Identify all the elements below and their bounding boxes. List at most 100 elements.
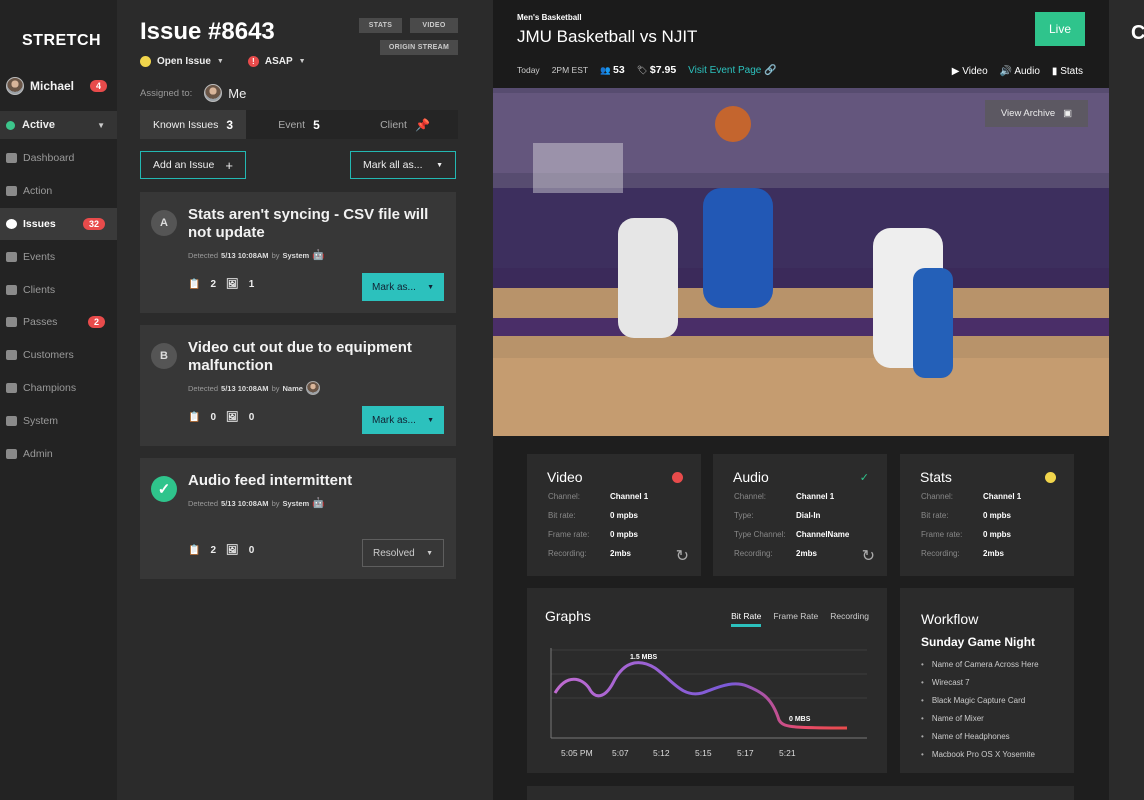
user-name: Michael <box>30 79 75 93</box>
avatar <box>305 381 320 395</box>
tab-label: Event <box>278 118 306 131</box>
resolved-button[interactable]: Resolved ▼ <box>362 539 444 567</box>
sidebar-item-system[interactable]: System <box>0 404 117 437</box>
event-price: $7.95 <box>649 64 677 76</box>
robot-icon: 🤖 <box>312 250 325 261</box>
card-title: Stats <box>920 469 952 485</box>
button-label: Mark as... <box>372 281 416 293</box>
image-icon: 🖼 <box>226 545 239 556</box>
sidebar-item-clients[interactable]: Clients <box>0 273 117 306</box>
card-row: Bit rate: 0 mpbs <box>548 511 638 520</box>
list-item: Name of Headphones <box>921 728 1039 746</box>
status-label: Active <box>22 119 56 131</box>
mark-all-button[interactable]: Mark all as... ▼ <box>350 151 456 179</box>
sidebar-item-label: Issues <box>23 217 56 230</box>
refresh-icon[interactable]: ↻ <box>676 546 689 566</box>
x-tick-label: 5:21 <box>779 748 796 758</box>
tag-icon: 🏷 <box>636 65 648 75</box>
image-icon: 🖼 <box>226 412 239 423</box>
peak-label: 1.5 MBS <box>630 654 658 661</box>
tab-label: Stats <box>1060 66 1083 77</box>
assigned-label: Assigned to: <box>140 87 193 99</box>
ticket-icon <box>6 317 17 328</box>
refresh-icon[interactable]: ↻ <box>862 546 875 566</box>
sidebar-item-action[interactable]: Action <box>0 175 117 208</box>
sidebar-item-label: Dashboard <box>23 152 75 165</box>
by-label: by <box>271 251 280 260</box>
issue-counts: 📋 2 🖼 1 <box>188 279 254 290</box>
event-category: Men's Basketball <box>517 13 582 22</box>
button-label: View Archive <box>1000 108 1056 119</box>
sidebar-item-dashboard[interactable]: Dashboard <box>0 142 117 175</box>
sidebar-item-issues[interactable]: Issues 32 <box>0 207 117 241</box>
image-count: 0 <box>248 545 255 556</box>
issue-card[interactable]: B Video cut out due to equipment malfunc… <box>140 325 456 446</box>
card-row: Channel: Channel 1 <box>548 492 648 501</box>
detected-by: Name <box>282 383 303 393</box>
assignee-name[interactable]: Me <box>228 86 246 101</box>
list-item: Macbook Pro OS X Yosemite <box>921 745 1039 763</box>
issue-card[interactable]: ✓ Audio feed intermittent Detected 5/13 … <box>140 458 456 579</box>
row-key: Recording: <box>548 549 587 558</box>
issue-card[interactable]: A Stats aren't syncing - CSV file will n… <box>140 192 456 313</box>
user-profile[interactable]: Michael 4 <box>6 77 108 95</box>
issue-letter: A <box>151 210 177 236</box>
speaker-icon: 🔊 <box>999 66 1013 77</box>
card-row: Bit rate: 0 mpbs <box>921 511 1011 520</box>
workflow-subtitle: Sunday Game Night <box>921 635 1036 649</box>
stats-button[interactable]: STATS <box>359 18 402 33</box>
sidebar-item-label: System <box>23 414 59 427</box>
tab-client[interactable]: Client 📌 <box>352 110 458 139</box>
video-button[interactable]: VIDEO <box>410 18 458 33</box>
add-issue-button[interactable]: Add an Issue + <box>140 151 246 179</box>
bitrate-graph: 1.5 MBS 0 MBS 5:05 PM 5:07 5:12 5:15 5:1… <box>550 648 867 758</box>
tab-video[interactable]: ▶ Video <box>952 66 988 77</box>
row-value: 2mbs <box>610 549 631 558</box>
visit-event-link[interactable]: Visit Event Page 🔗 <box>688 65 776 76</box>
sidebar-item-champions[interactable]: Champions <box>0 372 117 405</box>
view-archive-button[interactable]: View Archive ▣ <box>985 100 1088 127</box>
status-dropdown[interactable]: Active ▼ <box>0 111 117 139</box>
tab-event[interactable]: Event 5 <box>246 110 352 139</box>
card-row: Type Channel: ChannelName <box>734 530 849 539</box>
issue-priority-dropdown[interactable]: ASAP <box>265 56 293 67</box>
sidebar-item-passes[interactable]: Passes 2 <box>0 306 117 339</box>
bar-chart-icon: ▮ <box>1051 66 1058 77</box>
row-value: 0 mpbs <box>983 530 1012 539</box>
issue-status-dropdown[interactable]: Open Issue <box>157 56 211 67</box>
chevron-down-icon: ▼ <box>216 58 224 65</box>
tab-audio[interactable]: 🔊 Audio <box>1000 66 1040 77</box>
clipboard-icon: 📋 <box>188 412 201 423</box>
card-row: Type: Dial-In <box>734 511 820 520</box>
link-label: Visit Event Page <box>688 64 762 76</box>
issue-counts: 📋 0 🖼 0 <box>188 412 254 423</box>
basketball-photo <box>493 88 1109 436</box>
champion-icon <box>6 382 17 393</box>
users-icon: 👥 <box>600 65 611 75</box>
row-key: Channel: <box>734 492 767 501</box>
image-count: 1 <box>248 279 255 290</box>
status-indicator-icon <box>1045 472 1056 483</box>
tab-label: Video <box>962 66 988 77</box>
mark-as-button[interactable]: Mark as... ▼ <box>362 273 444 301</box>
card-title: Audio <box>733 469 769 485</box>
notification-badge: 4 <box>90 80 108 92</box>
bar-chart-icon <box>6 448 17 459</box>
sidebar-item-customers[interactable]: Customers <box>0 339 117 372</box>
mark-as-button[interactable]: Mark as... ▼ <box>362 406 444 434</box>
video-card: Video Channel: Channel 1 Bit rate: 0 mpbs … <box>527 454 701 576</box>
chevron-down-icon: ▼ <box>427 416 434 424</box>
row-value: Channel 1 <box>796 492 835 501</box>
live-button[interactable]: Live <box>1035 12 1085 46</box>
row-value: 0 mpbs <box>983 511 1012 520</box>
card-row: Channel: Channel 1 <box>921 492 1021 501</box>
detected-label: Detected <box>188 383 219 393</box>
sidebar-item-admin[interactable]: Admin <box>0 437 117 470</box>
issue-card-title: Stats aren't syncing - CSV file will not… <box>188 206 429 241</box>
sidebar-item-events[interactable]: Events <box>0 240 117 273</box>
tab-stats[interactable]: ▮ Stats <box>1052 66 1083 77</box>
tab-known-issues[interactable]: Known Issues 3 <box>140 110 246 139</box>
video-icon: ▶ <box>951 66 960 77</box>
origin-stream-button[interactable]: ORIGIN STREAM <box>380 40 458 55</box>
tab-count: 3 <box>226 117 234 132</box>
